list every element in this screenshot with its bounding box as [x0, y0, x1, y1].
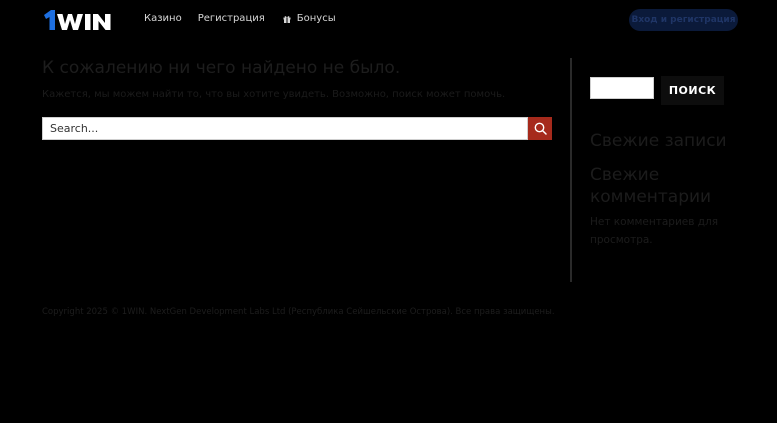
- search-button[interactable]: [528, 117, 552, 140]
- search-icon: [534, 122, 547, 135]
- no-comments-text: Нет комментариев для просмотра.: [590, 216, 719, 246]
- sidebar-search-button[interactable]: ПОИСК: [661, 76, 724, 105]
- logo-1win-icon: [44, 10, 111, 30]
- sidebar-divider: [570, 58, 572, 282]
- page-title: К сожалению ни чего найдено не было.: [42, 58, 401, 78]
- page: Казино Регистрация Бонусы Вход и регистр…: [0, 0, 777, 423]
- recent-posts-title: Свежие записи: [590, 131, 727, 151]
- nav-item-bonuses[interactable]: Бонусы: [283, 13, 336, 24]
- nav-item-registration[interactable]: Регистрация: [198, 13, 265, 24]
- main-nav: Казино Регистрация Бонусы: [144, 13, 352, 24]
- nav-item-casino[interactable]: Казино: [144, 13, 182, 24]
- sidebar-search-input[interactable]: [590, 77, 654, 99]
- nav-item-label: Бонусы: [296, 13, 336, 24]
- recent-comments-title: Свежие комментарии: [590, 165, 712, 207]
- search-input[interactable]: [42, 117, 528, 140]
- nav-item-label: Регистрация: [197, 13, 265, 24]
- page-subtitle: Кажется, мы можем найти то, что вы хотит…: [42, 89, 506, 100]
- login-register-button[interactable]: Вход и регистрация: [629, 9, 738, 31]
- search-form: [42, 117, 552, 140]
- logo[interactable]: [42, 9, 126, 31]
- nav-item-label: Казино: [144, 13, 182, 24]
- gift-icon: [283, 15, 291, 23]
- footer-copyright: Copyright 2025 © 1WIN. NextGen Developme…: [42, 307, 555, 317]
